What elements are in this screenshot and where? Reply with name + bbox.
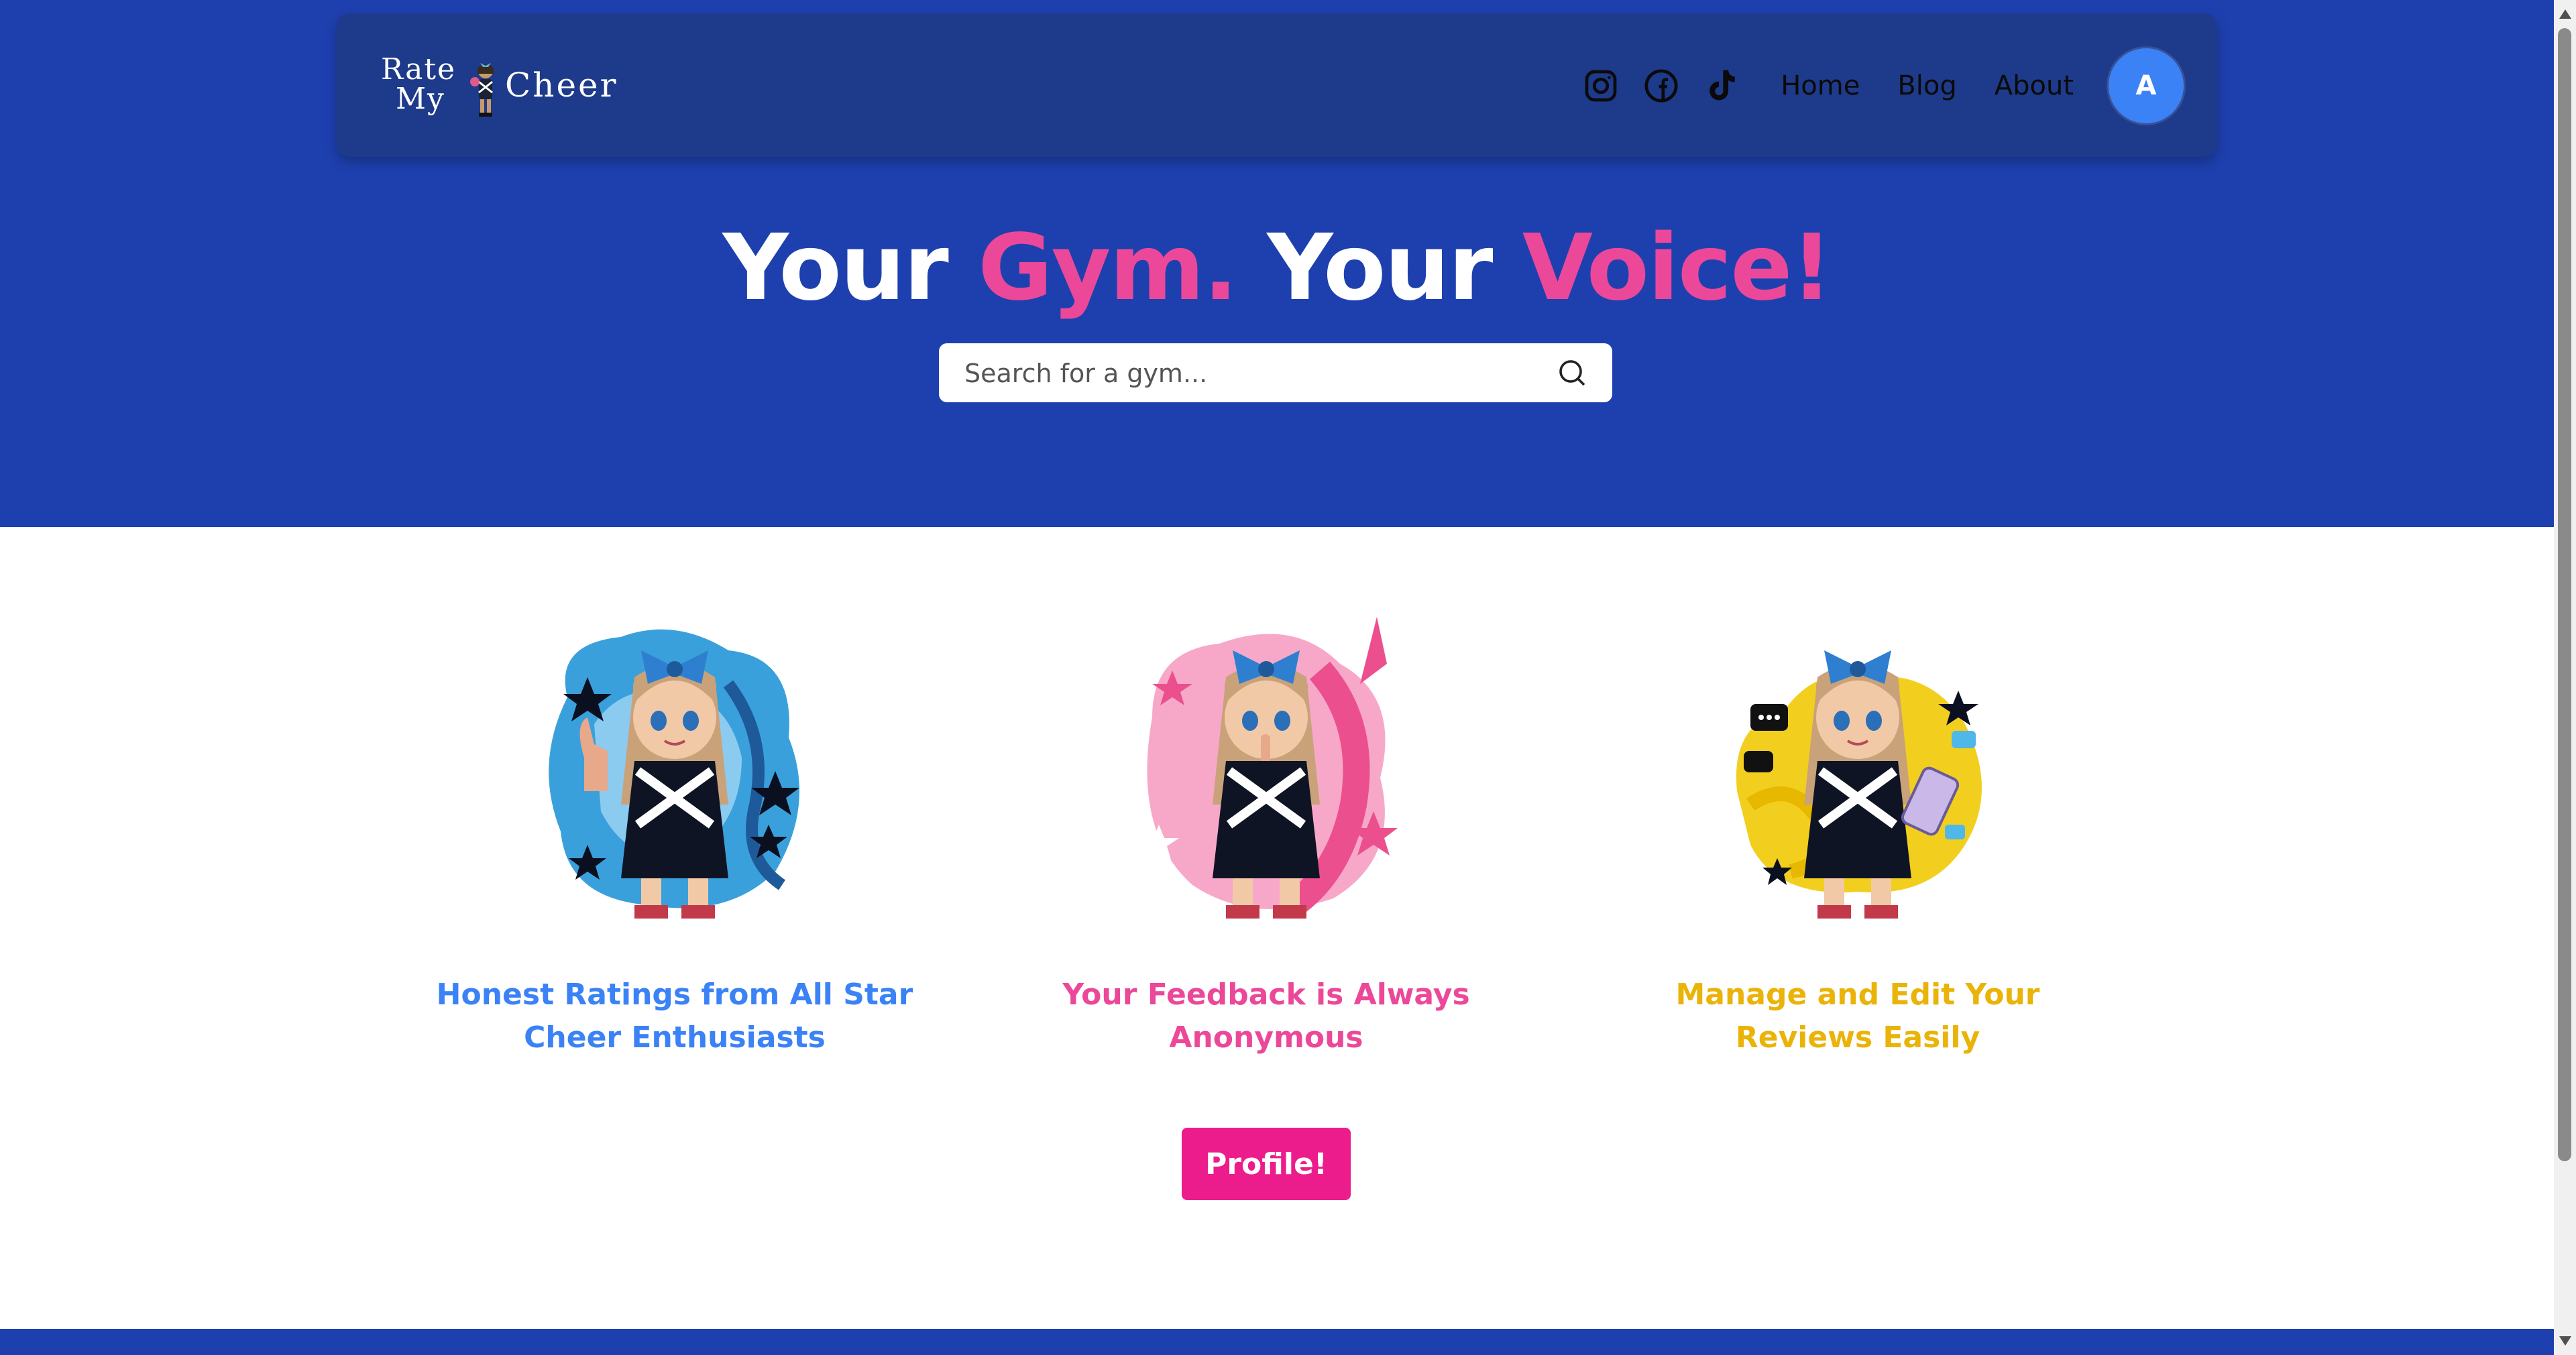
feature-caption: Manage and Edit Your Reviews Easily (1675, 978, 2040, 1055)
feature-manage-reviews: Manage and Edit Your Reviews Easily (1603, 603, 2113, 1059)
profile-button[interactable]: Profile! (1182, 1128, 1351, 1200)
headline-gym: Gym. (978, 215, 1238, 321)
logo-text-cheer: Cheer (505, 66, 618, 105)
avatar-initial: A (2135, 70, 2157, 101)
footer (0, 1329, 2554, 1355)
nav-link-home[interactable]: Home (1781, 70, 1860, 101)
feature-caption: Honest Ratings from All Star Cheer Enthu… (436, 978, 913, 1055)
navbar: Rate My Cheer Home Blog About A (337, 13, 2217, 157)
cheerleader-mascot-icon (470, 63, 494, 117)
scrollbar-thumb[interactable] (2558, 28, 2571, 1161)
instagram-icon[interactable] (1581, 66, 1621, 106)
search-input[interactable] (963, 353, 1543, 394)
shush-cheerleader-icon (1139, 617, 1398, 919)
feature-anonymous: Your Feedback is Always Anonymous (1011, 603, 1521, 1059)
scroll-down-arrow-icon[interactable] (2559, 1336, 2571, 1346)
search-bar (939, 343, 1612, 402)
logo-text-my: My (396, 82, 445, 116)
nav-link-about[interactable]: About (1995, 70, 2074, 101)
nav-link-blog[interactable]: Blog (1897, 70, 1956, 101)
scrollbar[interactable] (2554, 0, 2576, 1355)
page: Rate My Cheer Home Blog About A Your Gym… (0, 0, 2554, 1355)
scroll-up-arrow-icon[interactable] (2559, 9, 2571, 19)
hero-section: Rate My Cheer Home Blog About A Your Gym… (0, 0, 2554, 527)
headline-voice: Voice! (1522, 215, 1833, 321)
phone-cheerleader-icon (1736, 650, 1982, 919)
hero-headline: Your Gym. Your Voice! (0, 215, 2554, 322)
facebook-icon[interactable] (1641, 66, 1681, 106)
feature-honest-ratings: Honest Ratings from All Star Cheer Enthu… (420, 603, 930, 1059)
user-avatar-button[interactable]: A (2109, 48, 2184, 123)
tiktok-icon[interactable] (1701, 66, 1742, 106)
thumbs-up-cheerleader-icon (549, 629, 799, 919)
feature-caption: Your Feedback is Always Anonymous (1062, 978, 1470, 1055)
logo[interactable]: Rate My Cheer (381, 52, 622, 126)
search-icon[interactable] (1556, 357, 1588, 389)
headline-your-2: Your (1236, 215, 1522, 321)
features-section: Honest Ratings from All Star Cheer Enthu… (0, 603, 2554, 1073)
headline-your-1: Your (722, 215, 978, 321)
nav-menu: Home Blog About A (1581, 47, 2184, 125)
